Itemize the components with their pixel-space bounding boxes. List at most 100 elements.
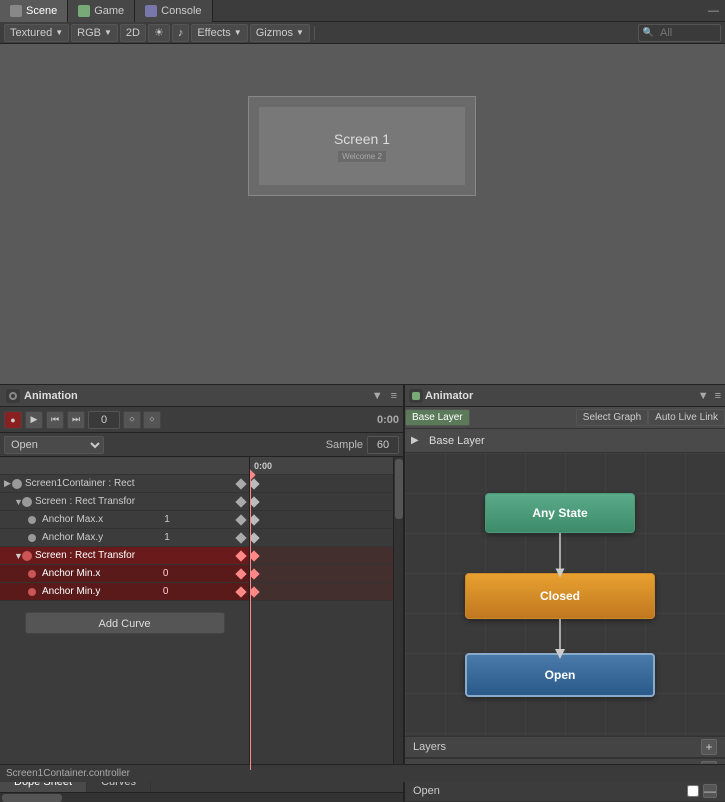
- track-diamond-anchor-min-y: [235, 586, 246, 597]
- tab-game[interactable]: Game: [68, 0, 135, 22]
- tab-game-label: Game: [94, 5, 124, 17]
- lighting-button[interactable]: ☀: [148, 24, 170, 42]
- track-label-screen1container: Screen1Container : Rect: [25, 478, 135, 489]
- tab-scene-label: Scene: [26, 5, 57, 17]
- timeline-ruler: 0:00: [250, 457, 393, 475]
- add-curve-button[interactable]: Add Curve: [25, 612, 225, 634]
- track-diamond-anchor-min-x: [235, 568, 246, 579]
- 2d-button[interactable]: 2D: [120, 24, 146, 42]
- audio-button[interactable]: ♪: [172, 24, 190, 42]
- timeline-area: ▶ Screen1Container : Rect ▼ Screen : Rec…: [0, 457, 403, 770]
- animator-graph[interactable]: Any State Closed Open: [405, 453, 725, 736]
- param-open-minus[interactable]: —: [703, 784, 717, 798]
- playhead-line: [250, 475, 251, 770]
- rgb-chevron-icon: ▼: [104, 28, 112, 37]
- track-screen-rect-1[interactable]: ▼ Screen : Rect Transfor: [0, 493, 249, 511]
- animator-menu[interactable]: ≡: [715, 390, 721, 402]
- layers-label: Layers: [413, 741, 446, 753]
- timeline-labels: ▶ Screen1Container : Rect ▼ Screen : Rec…: [0, 457, 250, 770]
- track-label-anchor-max-x: Anchor Max.x: [42, 514, 103, 525]
- track-anchor-min-x[interactable]: Anchor Min.x 0: [0, 565, 249, 583]
- timeline-tracks: 0:00: [250, 457, 393, 770]
- animator-layer-select-bar: Base Layer Select Graph Auto Live Link: [405, 407, 725, 429]
- anim-hscrollbar-thumb[interactable]: [2, 794, 62, 802]
- track-anchor-max-y[interactable]: Anchor Max.y 1: [0, 529, 249, 547]
- animation-icon: [9, 392, 17, 400]
- screen-preview: Screen 1 Welcome 2: [248, 96, 476, 196]
- sun-icon: ☀: [154, 26, 164, 39]
- track-row-7: [250, 583, 393, 601]
- bottom-panels: Animation ▼ ≡ ● ▶ ⏮ ⏭ ⬦ ⬦ 0:00: [0, 384, 725, 802]
- track-anchor-max-x[interactable]: Anchor Max.x 1: [0, 511, 249, 529]
- gizmos-dropdown[interactable]: Gizmos ▼: [250, 24, 310, 42]
- effects-chevron-icon: ▼: [234, 28, 242, 37]
- track-icon-anchor-max-x: [28, 516, 36, 524]
- animation-panel: Animation ▼ ≡ ● ▶ ⏮ ⏭ ⬦ ⬦ 0:00: [0, 385, 405, 802]
- animator-icon: [412, 392, 420, 400]
- auto-live-link-button[interactable]: Auto Live Link: [648, 409, 725, 426]
- param-open-checkbox[interactable]: [687, 785, 699, 797]
- anim-toolbar: ● ▶ ⏮ ⏭ ⬦ ⬦ 0:00: [0, 407, 403, 433]
- track-row-5: [250, 547, 393, 565]
- scene-icon: [10, 5, 22, 17]
- animation-panel-menu[interactable]: ≡: [391, 390, 397, 402]
- console-icon: [145, 5, 157, 17]
- animator-collapse[interactable]: ▼: [698, 390, 709, 402]
- track-icon-screen-rect-1: [22, 497, 32, 507]
- top-tab-bar: Scene Game Console —: [0, 0, 725, 22]
- expand-screen1container-icon: ▶: [4, 478, 12, 489]
- status-text: Screen1Container.controller: [6, 768, 130, 779]
- track-screen1container[interactable]: ▶ Screen1Container : Rect: [0, 475, 249, 493]
- timeline-scrollbar-v[interactable]: [393, 457, 403, 770]
- animation-panel-icon: [6, 389, 20, 403]
- keyframe-5: [250, 550, 260, 561]
- screen-title: Screen 1: [334, 131, 390, 147]
- expand-screen-rect-1-icon: ▼: [14, 497, 22, 507]
- any-state-node[interactable]: Any State: [485, 493, 635, 533]
- search-icon: 🔍: [643, 27, 654, 38]
- track-value-anchor-max-y: 1: [164, 532, 170, 543]
- layer-play-button[interactable]: ▶: [411, 434, 425, 448]
- clip-select[interactable]: Open: [4, 436, 104, 454]
- sample-input[interactable]: [367, 436, 399, 454]
- select-graph-button[interactable]: Select Graph: [576, 409, 648, 426]
- track-screen-rect-2[interactable]: ▼ Screen : Rect Transfor: [0, 547, 249, 565]
- anim-controls-row: Open Sample: [0, 433, 403, 457]
- track-diamond-screen-rect-2: [235, 550, 246, 561]
- anim-icon1[interactable]: ⬦: [123, 411, 141, 429]
- track-diamond-anchor-max-y: [235, 532, 246, 543]
- textured-dropdown[interactable]: Textured ▼: [4, 24, 69, 42]
- rgb-dropdown[interactable]: RGB ▼: [71, 24, 118, 42]
- track-value-anchor-min-y: 0: [163, 586, 169, 597]
- play-button[interactable]: ▶: [25, 411, 43, 429]
- search-input[interactable]: [656, 25, 716, 41]
- base-layer-button[interactable]: Base Layer: [405, 409, 470, 426]
- anim-time-input[interactable]: [88, 411, 120, 429]
- animator-panel-icon: [409, 389, 423, 403]
- animator-toolbar: Animator ▼ ≡: [405, 385, 725, 407]
- track-row-6: [250, 565, 393, 583]
- anim-icon2[interactable]: ⬦: [143, 411, 161, 429]
- prev-keyframe-button[interactable]: ⏮: [46, 411, 64, 429]
- closed-node[interactable]: Closed: [465, 573, 655, 619]
- track-value-anchor-max-x: 1: [164, 514, 170, 525]
- track-label-anchor-min-x: Anchor Min.x: [42, 568, 100, 579]
- tab-scene[interactable]: Scene: [0, 0, 68, 22]
- track-row-4: [250, 529, 393, 547]
- keyframe-1: [250, 478, 260, 489]
- layers-add-button[interactable]: +: [701, 739, 717, 755]
- timeline-scrollbar-thumb[interactable]: [395, 459, 403, 519]
- next-keyframe-button[interactable]: ⏭: [67, 411, 85, 429]
- track-icon-anchor-min-y: [28, 588, 36, 596]
- animation-panel-collapse[interactable]: ▼: [372, 390, 383, 402]
- effects-dropdown[interactable]: Effects ▼: [191, 24, 247, 42]
- param-open-name: Open: [413, 785, 683, 797]
- open-node[interactable]: Open: [465, 653, 655, 697]
- animation-panel-header: Animation ▼ ≡: [0, 385, 403, 407]
- track-icon-screen-rect-2: [22, 551, 32, 561]
- tab-console[interactable]: Console: [135, 0, 212, 22]
- track-diamond-screen1container: [235, 478, 246, 489]
- track-anchor-min-y[interactable]: Anchor Min.y 0: [0, 583, 249, 601]
- anim-hscrollbar[interactable]: [0, 792, 403, 802]
- record-button[interactable]: ●: [4, 411, 22, 429]
